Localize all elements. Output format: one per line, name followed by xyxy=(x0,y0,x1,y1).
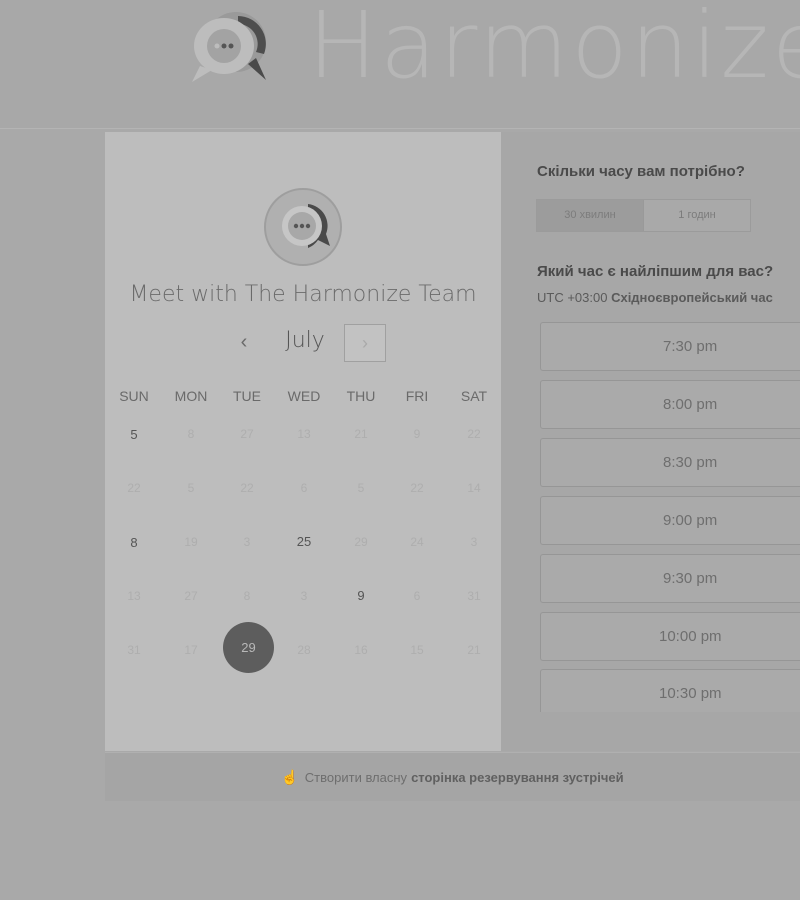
calendar-day: 22 xyxy=(410,481,424,495)
time-slot-button[interactable]: 7:30 pm xyxy=(540,322,800,371)
calendar-day: 13 xyxy=(127,589,141,603)
calendar-day: 31 xyxy=(467,589,481,603)
footer-prefix: Створити власну xyxy=(304,769,408,785)
pointing-hand-icon: ☝ xyxy=(281,768,299,785)
calendar-day: 3 xyxy=(243,535,251,549)
weekday-sun: SUN xyxy=(119,388,149,404)
calendar-day: 22 xyxy=(127,481,141,495)
footer-bar: ☝ Створити власну сторінка резервування … xyxy=(105,752,800,801)
header: Harmonize xyxy=(0,0,800,129)
time-slot-button[interactable]: 9:00 pm xyxy=(540,496,800,545)
time-slot-button[interactable]: 9:30 pm xyxy=(540,554,800,603)
calendar-day: 15 xyxy=(410,643,424,657)
calendar-day: 27 xyxy=(184,589,198,603)
next-month-button[interactable]: › xyxy=(344,324,386,362)
time-slot-button[interactable]: 10:30 pm xyxy=(540,669,800,712)
duration-question: Скільки часу вам потрібно? xyxy=(537,163,745,180)
calendar-day: 28 xyxy=(297,643,311,657)
calendar-day: 13 xyxy=(297,427,311,441)
calendar-day: 3 xyxy=(470,535,478,549)
calendar-day-available[interactable]: 8 xyxy=(106,535,162,550)
calendar-day: 19 xyxy=(184,535,198,549)
weekday-sat: SAT xyxy=(460,388,488,404)
timezone-name: Східноєвропейський час xyxy=(611,290,773,305)
calendar-day: 14 xyxy=(467,481,481,495)
calendar-day: 9 xyxy=(413,427,421,441)
prev-month-button[interactable]: ‹ xyxy=(232,330,256,354)
timezone-label[interactable]: UTC +03:00 Східноєвропейський час xyxy=(537,290,773,305)
calendar-day: 6 xyxy=(413,589,421,603)
time-slot-button[interactable]: 8:30 pm xyxy=(540,438,800,487)
calendar-day: 5 xyxy=(357,481,365,495)
duration-selector: 30 хвилин 1 годин xyxy=(536,199,751,232)
calendar-day: 21 xyxy=(467,643,481,657)
calendar-day: 29 xyxy=(354,535,368,549)
calendar-day-selected[interactable]: 29 xyxy=(223,622,274,673)
calendar-day: 3 xyxy=(300,589,308,603)
logo-icon xyxy=(192,12,266,82)
weekday-tue: TUE xyxy=(233,388,261,404)
month-label: July xyxy=(285,328,325,353)
brand-name: Harmonize xyxy=(308,0,800,99)
duration-30min-button[interactable]: 30 хвилин xyxy=(537,200,644,231)
time-slot-list[interactable]: 7:30 pm 8:00 pm 8:30 pm 9:00 pm 9:30 pm … xyxy=(540,322,800,712)
calendar-day: 8 xyxy=(243,589,251,603)
duration-1h-button[interactable]: 1 годин xyxy=(644,200,750,231)
calendar-day: 24 xyxy=(410,535,424,549)
calendar-day: 6 xyxy=(300,481,308,495)
page-title: Meet with The Harmonize Team xyxy=(129,282,477,307)
create-booking-page-link[interactable]: сторінка резервування зустрічей xyxy=(411,770,624,785)
time-slot-button[interactable]: 8:00 pm xyxy=(540,380,800,429)
weekday-thu: THU xyxy=(346,388,376,404)
calendar-day: 31 xyxy=(127,643,141,657)
time-slot-button[interactable]: 10:00 pm xyxy=(540,612,800,661)
calendar-day: 21 xyxy=(354,427,368,441)
calendar-day: 27 xyxy=(240,427,254,441)
chat-bubble-icon xyxy=(282,204,330,248)
calendar-day: 8 xyxy=(187,427,195,441)
team-avatar xyxy=(264,188,342,266)
timezone-offset: UTC +03:00 xyxy=(537,290,608,305)
calendar-day: 17 xyxy=(184,643,198,657)
weekday-wed: WED xyxy=(287,388,321,404)
calendar-day: 5 xyxy=(187,481,195,495)
calendar-day-available[interactable]: 5 xyxy=(106,427,162,442)
calendar-day: 22 xyxy=(467,427,481,441)
weekday-mon: MON xyxy=(174,388,208,404)
calendar-day: 16 xyxy=(354,643,368,657)
calendar-day-available[interactable]: 9 xyxy=(333,588,389,603)
calendar-day: 22 xyxy=(240,481,254,495)
weekday-fri: FRI xyxy=(405,388,429,404)
calendar-day-available[interactable]: 25 xyxy=(276,534,332,549)
time-question: Який час є найліпшим для вас? xyxy=(537,263,774,280)
